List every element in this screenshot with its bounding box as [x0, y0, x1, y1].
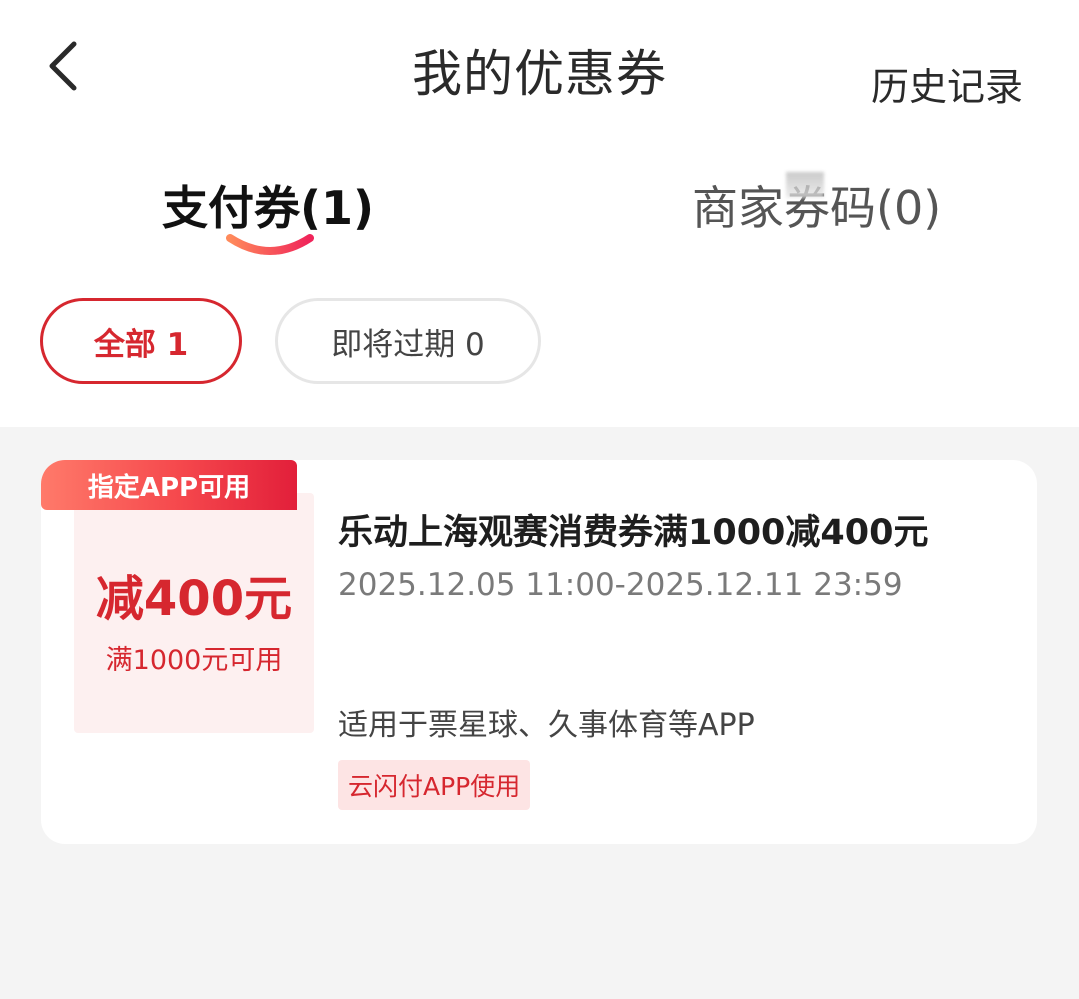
coupon-usage-tag: 云闪付APP使用: [338, 760, 531, 810]
coupon-title: 乐动上海观赛消费券满1000减400元: [338, 513, 929, 553]
coupon-amount-box: 减400元 满1000元可用: [74, 493, 314, 733]
top-bar: 我的优惠券 历史记录: [0, 0, 1079, 140]
blurred-text-overlay: [786, 172, 824, 198]
coupon-amount: 减400元: [95, 571, 293, 627]
filter-all-chip[interactable]: 全部 1: [40, 298, 242, 384]
active-tab-indicator: [226, 234, 314, 255]
coupon-scope: 适用于票星球、久事体育等APP: [338, 708, 755, 743]
history-link[interactable]: 历史记录: [871, 56, 1023, 111]
coupon-badge: 指定APP可用: [41, 460, 297, 510]
coupon-validity: 2025.12.05 11:00-2025.12.11 23:59: [338, 567, 903, 603]
filter-expiring-chip[interactable]: 即将过期 0: [275, 298, 541, 384]
coupon-threshold: 满1000元可用: [105, 645, 283, 676]
